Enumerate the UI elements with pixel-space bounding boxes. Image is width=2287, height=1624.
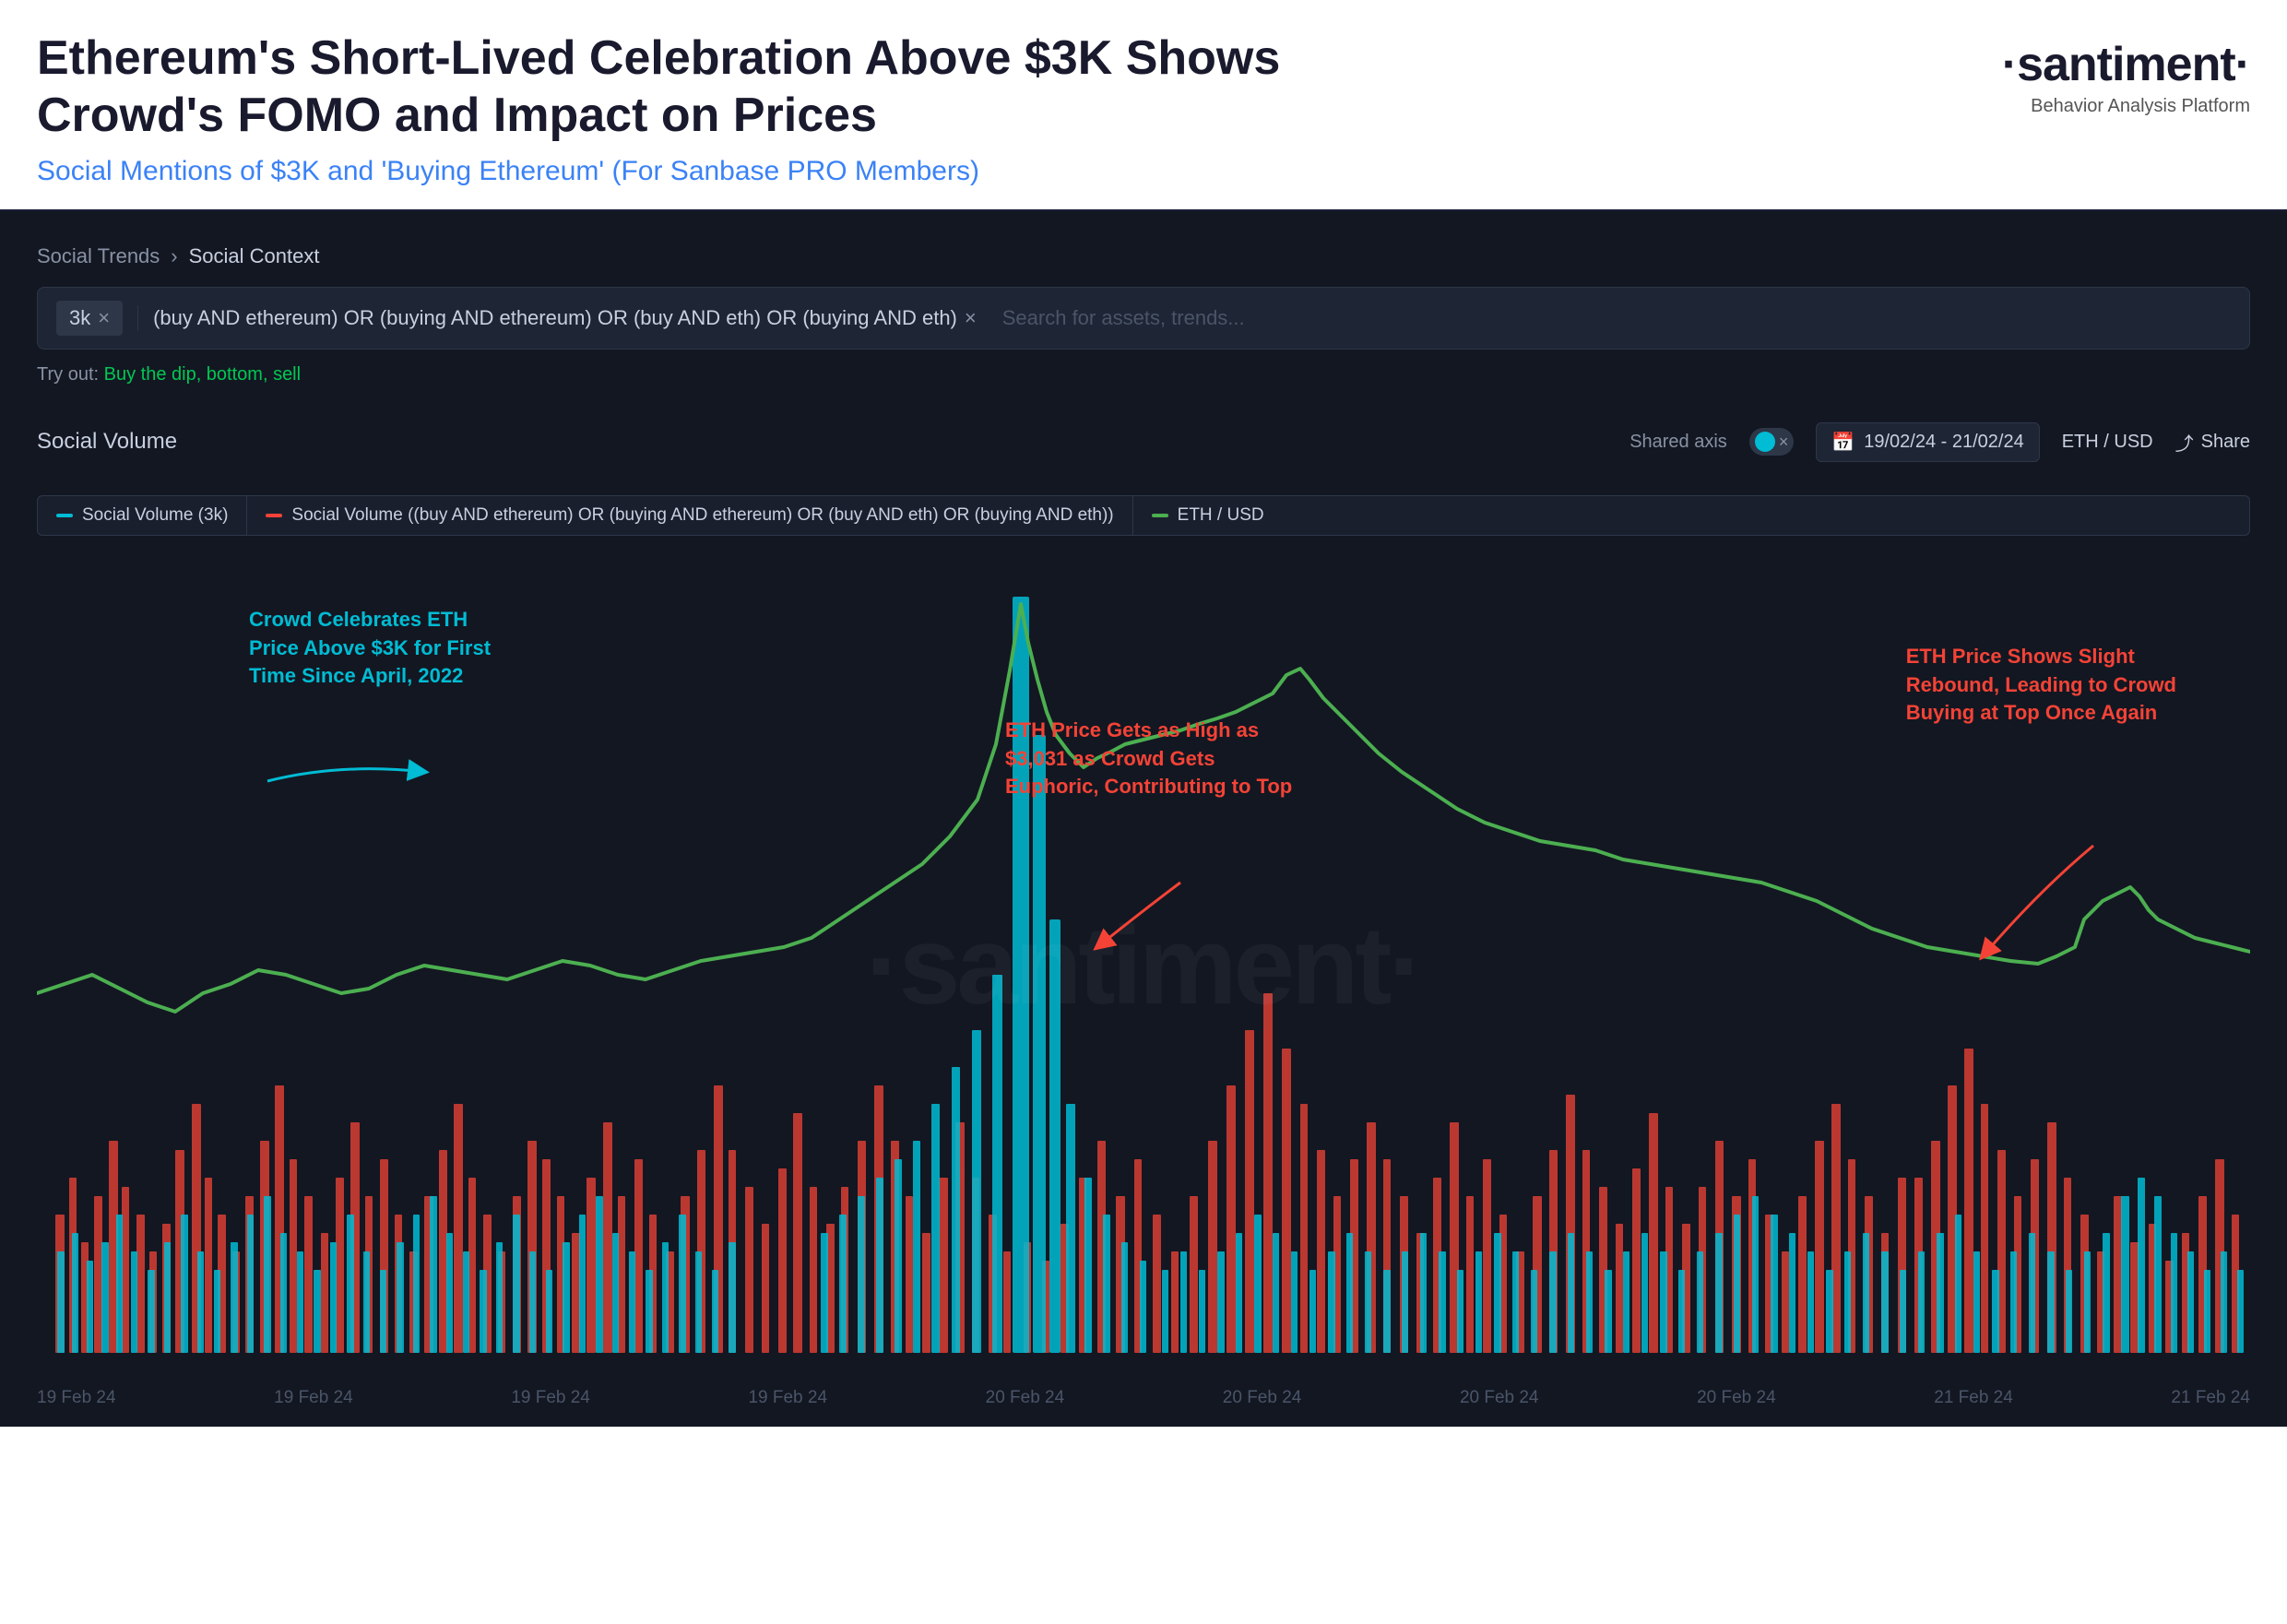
- brand-sub: Behavior Analysis Platform: [2031, 96, 2250, 117]
- arrow-3: [1946, 827, 2130, 966]
- chart-controls: Social Volume Shared axis × 📅 19/02/24 -…: [37, 408, 2250, 477]
- legend-color-red: [266, 514, 282, 517]
- legend-color-green: [1152, 514, 1168, 517]
- breadcrumb-sep: ›: [171, 244, 177, 268]
- dark-section: Social Trends › Social Context 3k × (buy…: [0, 211, 2287, 1427]
- tag-close-3k[interactable]: ×: [98, 306, 110, 330]
- chart-area: ·santiment·: [37, 551, 2250, 1381]
- tag-long: (buy AND ethereum) OR (buying AND ethere…: [153, 306, 977, 330]
- currency-selector[interactable]: ETH / USD: [2062, 432, 2153, 453]
- chart-legend: Social Volume (3k) Social Volume ((buy A…: [37, 495, 2250, 536]
- search-input[interactable]: Search for assets, trends...: [1002, 306, 1245, 330]
- search-divider: [137, 305, 138, 331]
- share-icon: ⤴: [2175, 429, 2194, 456]
- x-label-7: 20 Feb 24: [1697, 1388, 1776, 1408]
- shared-axis-toggle[interactable]: ×: [1749, 428, 1795, 456]
- x-axis: 19 Feb 24 19 Feb 24 19 Feb 24 19 Feb 24 …: [37, 1381, 2250, 1408]
- shared-axis-label: Shared axis: [1629, 432, 1727, 453]
- annotation-crowd-celebrates: Crowd Celebrates ETH Price Above $3K for…: [249, 606, 491, 691]
- breadcrumb-link[interactable]: Social Trends: [37, 244, 160, 268]
- chart-title: Social Volume: [37, 429, 177, 455]
- toggle-dot: [1755, 432, 1775, 452]
- share-button[interactable]: ⤴ Share: [2175, 429, 2250, 456]
- tag-close-long[interactable]: ×: [965, 306, 977, 330]
- tag-3k: 3k ×: [56, 301, 123, 336]
- x-label-5: 20 Feb 24: [1223, 1388, 1302, 1408]
- controls-right: Shared axis × 📅 19/02/24 - 21/02/24 ETH …: [1629, 422, 2250, 462]
- x-label-8: 21 Feb 24: [1934, 1388, 2013, 1408]
- toggle-close[interactable]: ×: [1779, 433, 1789, 452]
- calendar-icon: 📅: [1831, 431, 1854, 454]
- x-label-3: 19 Feb 24: [748, 1388, 827, 1408]
- legend-item-3: ETH / USD: [1133, 496, 1283, 535]
- x-label-1: 19 Feb 24: [274, 1388, 353, 1408]
- breadcrumb: Social Trends › Social Context: [37, 230, 2250, 287]
- search-bar[interactable]: 3k × (buy AND ethereum) OR (buying AND e…: [37, 287, 2250, 350]
- date-range-value: 19/02/24 - 21/02/24: [1864, 432, 2023, 453]
- sub-title: Social Mentions of $3K and 'Buying Ether…: [37, 156, 2002, 187]
- annotation-eth-price-high: ETH Price Gets as High as $3,031 as Crow…: [1005, 717, 1292, 801]
- brand-section: ·santiment· Behavior Analysis Platform: [2002, 30, 2250, 117]
- legend-item-1: Social Volume (3k): [38, 496, 247, 535]
- breadcrumb-current: Social Context: [189, 244, 320, 268]
- try-out: Try out: Buy the dip, bottom, sell: [37, 364, 2250, 385]
- header-text: Ethereum's Short-Lived Celebration Above…: [37, 30, 2002, 187]
- x-label-2: 19 Feb 24: [511, 1388, 590, 1408]
- x-label-0: 19 Feb 24: [37, 1388, 116, 1408]
- header: Ethereum's Short-Lived Celebration Above…: [0, 0, 2287, 211]
- x-label-9: 21 Feb 24: [2171, 1388, 2250, 1408]
- arrow-1: [249, 753, 433, 809]
- x-label-6: 20 Feb 24: [1460, 1388, 1539, 1408]
- brand-name: ·santiment·: [2002, 37, 2250, 92]
- try-out-links[interactable]: Buy the dip, bottom, sell: [104, 364, 301, 385]
- date-range-picker[interactable]: 📅 19/02/24 - 21/02/24: [1816, 422, 2039, 462]
- legend-color-blue: [56, 514, 73, 517]
- annotation-eth-rebound: ETH Price Shows Slight Rebound, Leading …: [1906, 643, 2176, 728]
- arrow-2: [1070, 864, 1254, 956]
- legend-item-2: Social Volume ((buy AND ethereum) OR (bu…: [247, 496, 1132, 535]
- x-label-4: 20 Feb 24: [986, 1388, 1065, 1408]
- main-title: Ethereum's Short-Lived Celebration Above…: [37, 30, 2002, 145]
